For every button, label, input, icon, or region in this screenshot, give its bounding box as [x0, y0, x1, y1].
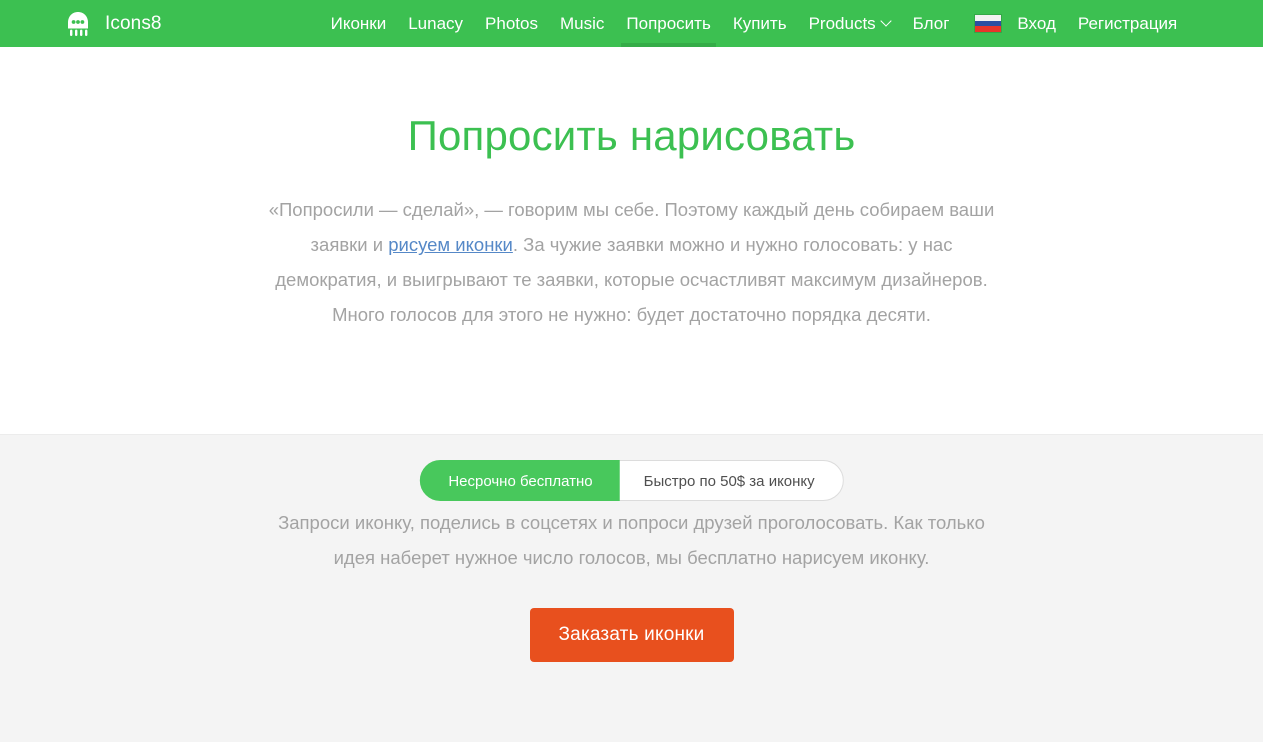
nav-label: Купить: [732, 14, 787, 33]
nav-label: Попросить: [626, 14, 711, 33]
order-icons-button[interactable]: Заказать иконки: [529, 608, 734, 662]
icons8-robot-logo-icon: [62, 9, 94, 39]
toggle-option-paid[interactable]: Быстро по 50$ за иконку: [619, 460, 844, 501]
nav-item-kupit[interactable]: Купить: [722, 0, 798, 47]
page-title: Попросить нарисовать: [407, 112, 856, 159]
russian-flag-icon[interactable]: [974, 14, 1003, 33]
page-content: Попросить нарисовать «Попросили — сделай…: [0, 47, 1263, 742]
register-link[interactable]: Регистрация: [1067, 0, 1188, 47]
main-navigation: Иконки Lunacy Photos Music Попросить Куп…: [320, 0, 1189, 47]
login-link[interactable]: Вход: [1006, 0, 1066, 47]
nav-label: Блог: [912, 14, 950, 33]
draw-icons-link[interactable]: рисуем иконки: [388, 234, 513, 255]
hero-section: Попросить нарисовать «Попросили — сделай…: [0, 47, 1263, 434]
pricing-toggle: Несрочно бесплатно Быстро по 50$ за икон…: [419, 460, 844, 501]
nav-item-lunacy[interactable]: Lunacy: [397, 0, 474, 47]
register-label: Регистрация: [1077, 14, 1178, 33]
description-text: Запроси иконку, поделись в соцсетях и по…: [278, 512, 985, 568]
nav-item-products[interactable]: Products: [798, 0, 902, 47]
intro-paragraph: «Попросили — сделай», — говорим мы себе.…: [258, 192, 1006, 332]
nav-item-ikonki[interactable]: Иконки: [320, 0, 398, 47]
cta-container: Заказать иконки: [0, 608, 1263, 662]
nav-item-music[interactable]: Music: [549, 0, 615, 47]
chevron-down-icon: [882, 17, 891, 26]
nav-item-photos[interactable]: Photos: [474, 0, 549, 47]
brand-name: Icons8: [105, 13, 162, 34]
nav-label: Lunacy: [408, 14, 464, 33]
toggle-option-free[interactable]: Несрочно бесплатно: [419, 460, 620, 501]
nav-label: Иконки: [330, 14, 387, 33]
nav-item-poprosit[interactable]: Попросить: [615, 0, 721, 47]
nav-label: Photos: [485, 14, 538, 33]
login-label: Вход: [1017, 14, 1056, 33]
nav-item-blog[interactable]: Блог: [902, 0, 961, 47]
nav-label: Products: [808, 14, 876, 33]
nav-label: Music: [559, 14, 605, 33]
brand-logo-link[interactable]: Icons8: [62, 9, 162, 39]
site-header: Icons8 Иконки Lunacy Photos Music Попрос…: [0, 0, 1263, 47]
